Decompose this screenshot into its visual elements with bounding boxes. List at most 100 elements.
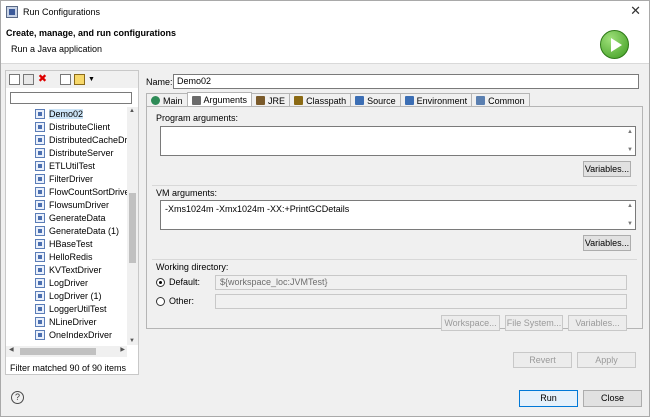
tree-item[interactable]: LogDriver (1) — [35, 289, 128, 302]
configuration-editor: Name: Demo02 Main Arguments JRE Classpath So… — [142, 70, 647, 375]
tab-environment[interactable]: Environment — [399, 93, 473, 107]
scroll-up-arrow-icon[interactable]: ▲ — [129, 108, 135, 114]
tree-item[interactable]: HelloRedis — [35, 250, 128, 263]
filter-input[interactable] — [10, 92, 132, 104]
header-title: Create, manage, and run configurations — [6, 28, 177, 38]
tree-item[interactable]: DistributeClient — [35, 120, 128, 133]
scroll-down-arrow-icon[interactable]: ▼ — [129, 338, 135, 344]
tree-item[interactable]: LoggerUtilTest — [35, 302, 128, 315]
tree-item[interactable]: OneIndexDriver — [35, 328, 128, 341]
tree-item-label: LogDriver (1) — [49, 290, 102, 301]
scroll-up-arrow-icon[interactable]: ▲ — [627, 203, 633, 209]
file-system-button[interactable]: File System... — [505, 315, 563, 331]
program-arguments-field[interactable]: ▲ ▼ — [160, 126, 636, 156]
program-arguments-group: Program arguments: ▲ ▼ Variables... — [152, 111, 637, 183]
new-configuration-icon[interactable] — [9, 74, 20, 85]
tree-toolbar: ✖ ▼ — [6, 71, 138, 88]
tree-item-label: DistributeServer — [49, 147, 114, 158]
java-application-icon — [35, 225, 45, 236]
tree-item[interactable]: FilterDriver — [35, 172, 128, 185]
scroll-thumb[interactable] — [129, 193, 136, 263]
working-directory-group: Working directory: Default: ${workspace_… — [152, 259, 637, 331]
tree-item-label: GenerateData (1) — [49, 225, 120, 236]
radio-selected-icon — [156, 277, 165, 287]
working-dir-variables-button[interactable]: Variables... — [568, 315, 627, 331]
tree-item[interactable]: NLineDriver — [35, 315, 128, 328]
default-radio[interactable]: Default: — [156, 277, 200, 287]
apply-button[interactable]: Apply — [577, 352, 636, 368]
program-variables-button[interactable]: Variables... — [583, 161, 631, 177]
scroll-up-arrow-icon[interactable]: ▲ — [627, 129, 633, 135]
revert-button[interactable]: Revert — [513, 352, 572, 368]
scroll-down-arrow-icon[interactable]: ▼ — [627, 147, 633, 153]
tree-item-label: FilterDriver — [49, 173, 93, 184]
tree-item[interactable]: FlowCountSortDrive — [35, 185, 128, 198]
workspace-button[interactable]: Workspace... — [441, 315, 500, 331]
tree-item[interactable]: KVTextDriver — [35, 263, 128, 276]
scroll-left-arrow-icon[interactable]: ◀ — [9, 346, 14, 353]
java-application-icon — [35, 316, 45, 327]
duplicate-configuration-icon[interactable] — [23, 74, 34, 85]
java-application-icon — [35, 277, 45, 288]
other-directory-field[interactable] — [215, 294, 627, 309]
vm-arguments-field[interactable]: -Xms1024m -Xmx1024m -XX:+PrintGCDetails … — [160, 200, 636, 230]
tree-item[interactable]: DistributedCacheDri — [35, 133, 128, 146]
collapse-all-icon[interactable] — [60, 74, 71, 85]
common-tab-icon — [476, 96, 486, 105]
chevron-down-icon[interactable]: ▼ — [88, 74, 95, 85]
tree-item[interactable]: GenerateData — [35, 211, 128, 224]
tab-jre[interactable]: JRE — [251, 93, 291, 107]
tree-item[interactable]: Demo02 — [35, 107, 128, 120]
tree-item[interactable]: ETLUtilTest — [35, 159, 128, 172]
vm-variables-button[interactable]: Variables... — [583, 235, 631, 251]
name-label: Name: — [146, 77, 173, 87]
default-directory-field: ${workspace_loc:JVMTest} — [215, 275, 627, 290]
radio-unselected-icon — [156, 296, 165, 306]
tree-item[interactable]: GenerateData (1) — [35, 224, 128, 237]
filter-configurations-icon[interactable] — [74, 74, 85, 85]
tab-arguments[interactable]: Arguments — [186, 92, 253, 107]
name-field[interactable]: Demo02 — [173, 74, 639, 89]
tree-item-label: OneIndexDriver — [49, 329, 113, 340]
tab-label: Arguments — [203, 95, 248, 105]
delete-configuration-icon[interactable]: ✖ — [37, 74, 48, 85]
run-configurations-dialog: Run Configurations ✕ Create, manage, and… — [0, 0, 650, 417]
help-icon[interactable]: ? — [11, 391, 24, 404]
tab-source[interactable]: Source — [350, 93, 401, 107]
scroll-right-arrow-icon[interactable]: ▶ — [120, 346, 125, 353]
tree-item-label: FlowCountSortDrive — [49, 186, 128, 197]
main-tab-icon — [151, 96, 160, 105]
tree-horizontal-scrollbar[interactable]: ◀ ▶ — [6, 346, 127, 357]
tab-common[interactable]: Common — [471, 93, 530, 107]
java-application-icon — [35, 108, 45, 119]
run-button[interactable]: Run — [519, 390, 578, 407]
tree-item-label: NLineDriver — [49, 316, 97, 327]
other-radio[interactable]: Other: — [156, 296, 194, 306]
tree-vertical-scrollbar[interactable]: ▲ ▼ — [127, 107, 138, 345]
window-close-button[interactable]: ✕ — [630, 4, 641, 18]
tree-item[interactable]: FlowsumDriver — [35, 198, 128, 211]
vm-arguments-value: -Xms1024m -Xmx1024m -XX:+PrintGCDetails — [165, 204, 350, 214]
working-directory-label: Working directory: — [156, 262, 229, 272]
scroll-thumb-horizontal[interactable] — [20, 348, 96, 355]
java-application-icon — [35, 290, 45, 301]
tree-item[interactable]: DistributeServer — [35, 146, 128, 159]
tree-item[interactable]: LogDriver — [35, 276, 128, 289]
jre-tab-icon — [256, 96, 266, 105]
tree-item[interactable]: HBaseTest — [35, 237, 128, 250]
run-banner-icon — [600, 30, 629, 59]
java-application-icon — [35, 147, 45, 158]
tab-classpath[interactable]: Classpath — [289, 93, 352, 107]
tab-main[interactable]: Main — [146, 93, 188, 107]
vm-arguments-label: VM arguments: — [156, 188, 218, 198]
tree-item-label: HelloRedis — [49, 251, 93, 262]
default-radio-label: Default: — [169, 277, 201, 287]
tab-label: JRE — [268, 95, 286, 106]
close-button[interactable]: Close — [583, 390, 642, 407]
tab-label: Main — [163, 95, 183, 106]
java-application-icon — [35, 264, 45, 275]
arguments-tab-icon — [191, 95, 201, 105]
configurations-tree: Demo02 DistributeClient DistributedCacheDr… — [6, 107, 128, 345]
tree-item-label: KVTextDriver — [49, 264, 102, 275]
scroll-down-arrow-icon[interactable]: ▼ — [627, 221, 633, 227]
